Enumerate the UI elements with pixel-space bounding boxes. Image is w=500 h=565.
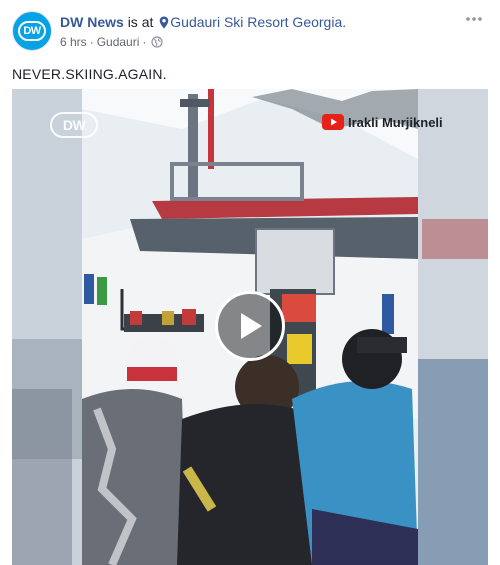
post-timestamp[interactable]: 6 hrs (60, 35, 87, 49)
location-pin-icon (159, 16, 169, 32)
post-headline: DW News is at Gudauri Ski Resort Georgia… (60, 14, 346, 32)
post-message: NEVER.SKIING.AGAIN. (12, 66, 167, 82)
dw-logo: DW (18, 21, 46, 41)
author-avatar[interactable]: DW (12, 11, 52, 51)
video-channel-logo: DW (50, 112, 98, 138)
post-meta: 6 hrs · Gudauri · (60, 35, 163, 51)
play-button[interactable] (215, 291, 285, 361)
post-header: DW DW News is at Gudauri Ski Resort Geor… (12, 11, 488, 53)
watermark-text: Irakli Murjikneli (348, 114, 443, 130)
globe-icon[interactable] (151, 36, 163, 51)
is-at-label: is at (127, 14, 154, 30)
checkin-place-link[interactable]: Gudauri Ski Resort Georgia. (170, 14, 346, 30)
video-player[interactable]: DW Irakli Murjikneli (12, 89, 488, 565)
video-watermark: Irakli Murjikneli (322, 114, 443, 130)
youtube-icon (322, 114, 344, 130)
play-icon (236, 311, 264, 341)
meta-separator: · (142, 35, 147, 49)
post-location[interactable]: Gudauri (97, 35, 140, 49)
more-options-icon[interactable] (464, 11, 484, 27)
author-name[interactable]: DW News (60, 14, 124, 30)
meta-separator: · (89, 35, 94, 49)
